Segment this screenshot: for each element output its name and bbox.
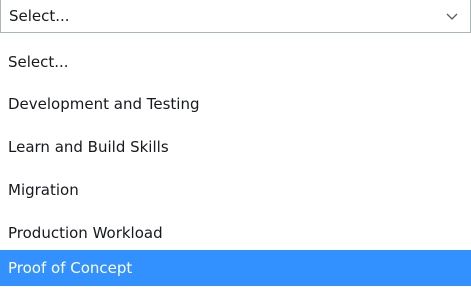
options-list: Select... Development and Testing Learn … xyxy=(0,34,471,289)
selected-value: Select... xyxy=(9,6,70,25)
chevron-down-icon[interactable] xyxy=(446,11,458,21)
option-proof-of-concept[interactable]: Proof of Concept xyxy=(0,250,471,286)
option-learn-and-build-skills[interactable]: Learn and Build Skills xyxy=(0,129,471,165)
use-case-dropdown[interactable]: Select... Select... Development and Test… xyxy=(0,0,471,290)
option-select[interactable]: Select... xyxy=(0,44,471,80)
option-migration[interactable]: Migration xyxy=(0,172,471,208)
select-field[interactable]: Select... xyxy=(0,0,471,33)
option-development-and-testing[interactable]: Development and Testing xyxy=(0,86,471,122)
option-production-workload[interactable]: Production Workload xyxy=(0,215,471,251)
